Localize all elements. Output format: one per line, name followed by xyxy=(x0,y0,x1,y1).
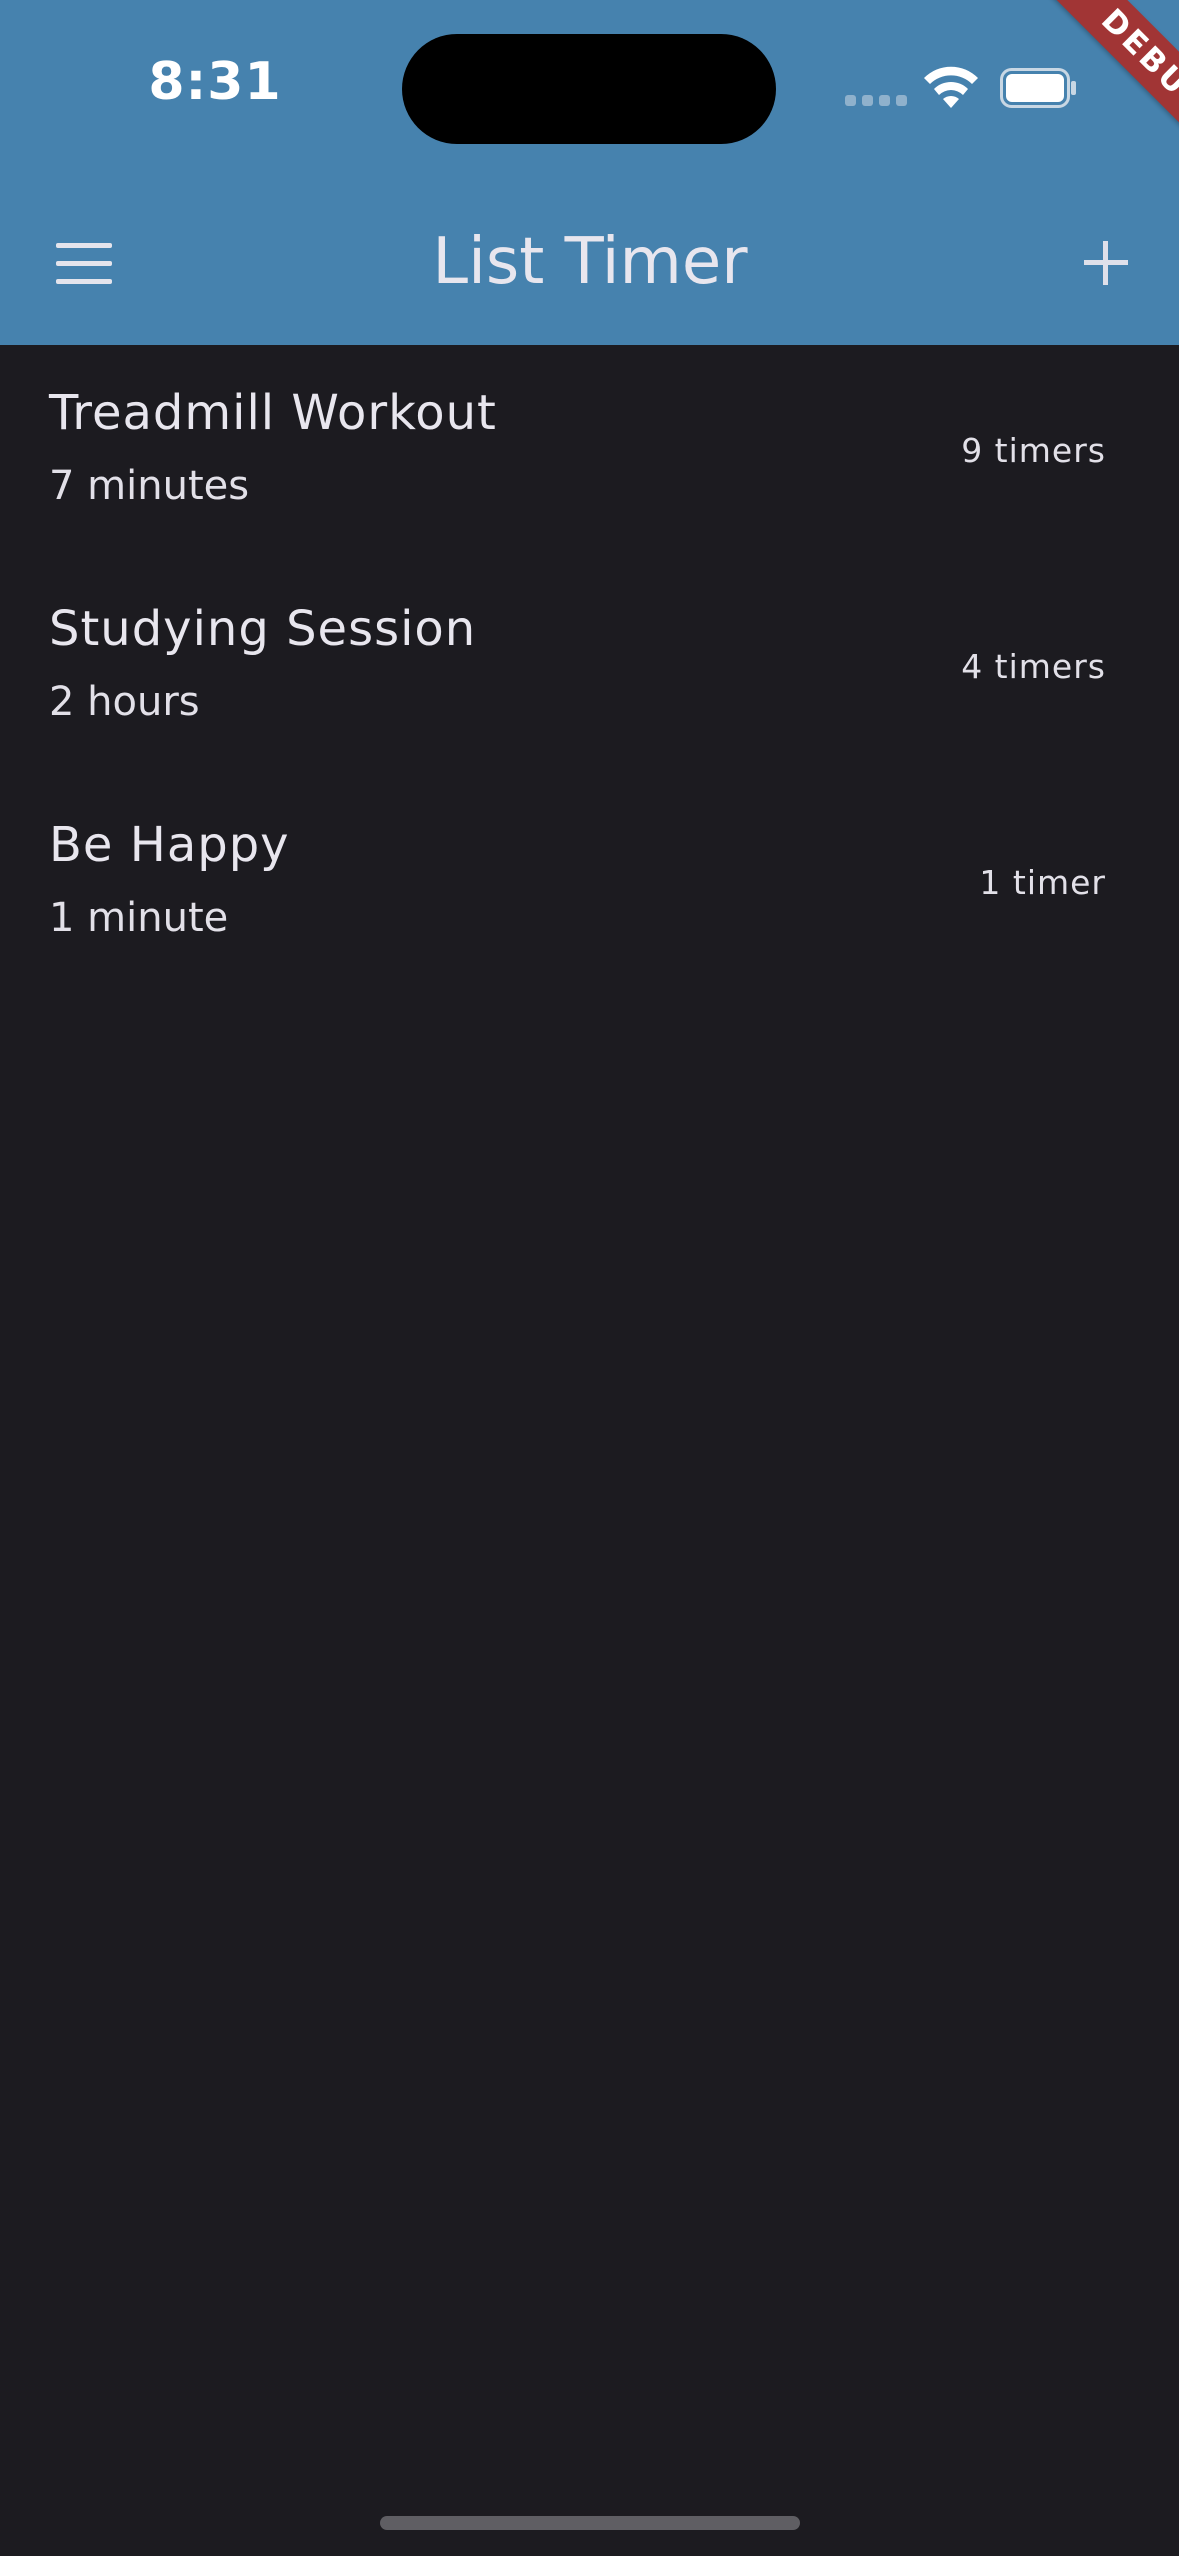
list-item-duration: 1 minute xyxy=(49,895,229,941)
home-indicator[interactable] xyxy=(380,2516,800,2530)
list-item[interactable]: Be Happy 1 minute 1 timer xyxy=(0,777,1179,993)
list-item-title: Studying Session xyxy=(49,601,477,657)
page-title: List Timer xyxy=(432,225,748,299)
menu-line xyxy=(56,279,112,284)
list-item-duration: 7 minutes xyxy=(49,463,250,509)
list-item-title: Be Happy xyxy=(49,817,290,873)
app-bar: 8:31 List Timer xyxy=(0,0,1179,345)
plus-icon-stroke xyxy=(1103,241,1108,285)
list-item-timer-count: 4 timers xyxy=(961,647,1106,686)
app-screen: 8:31 List Timer Treadmill Workout 7 minu… xyxy=(0,0,1179,2556)
dynamic-island xyxy=(402,34,776,144)
add-list-button[interactable] xyxy=(1062,220,1150,308)
status-bar-time: 8:31 xyxy=(148,52,282,112)
list-item[interactable]: Studying Session 2 hours 4 timers xyxy=(0,561,1179,777)
menu-button[interactable] xyxy=(40,220,128,308)
list-item-timer-count: 9 timers xyxy=(961,431,1106,470)
list-item[interactable]: Treadmill Workout 7 minutes 9 timers xyxy=(0,345,1179,561)
timer-list: Treadmill Workout 7 minutes 9 timers Stu… xyxy=(0,345,1179,993)
menu-line xyxy=(56,261,112,266)
list-item-timer-count: 1 timer xyxy=(979,863,1106,902)
wifi-icon xyxy=(924,66,978,108)
cellular-signal-icon xyxy=(845,95,907,107)
list-item-duration: 2 hours xyxy=(49,679,200,725)
battery-icon xyxy=(1000,68,1076,108)
list-item-title: Treadmill Workout xyxy=(49,385,497,441)
menu-line xyxy=(56,243,112,248)
